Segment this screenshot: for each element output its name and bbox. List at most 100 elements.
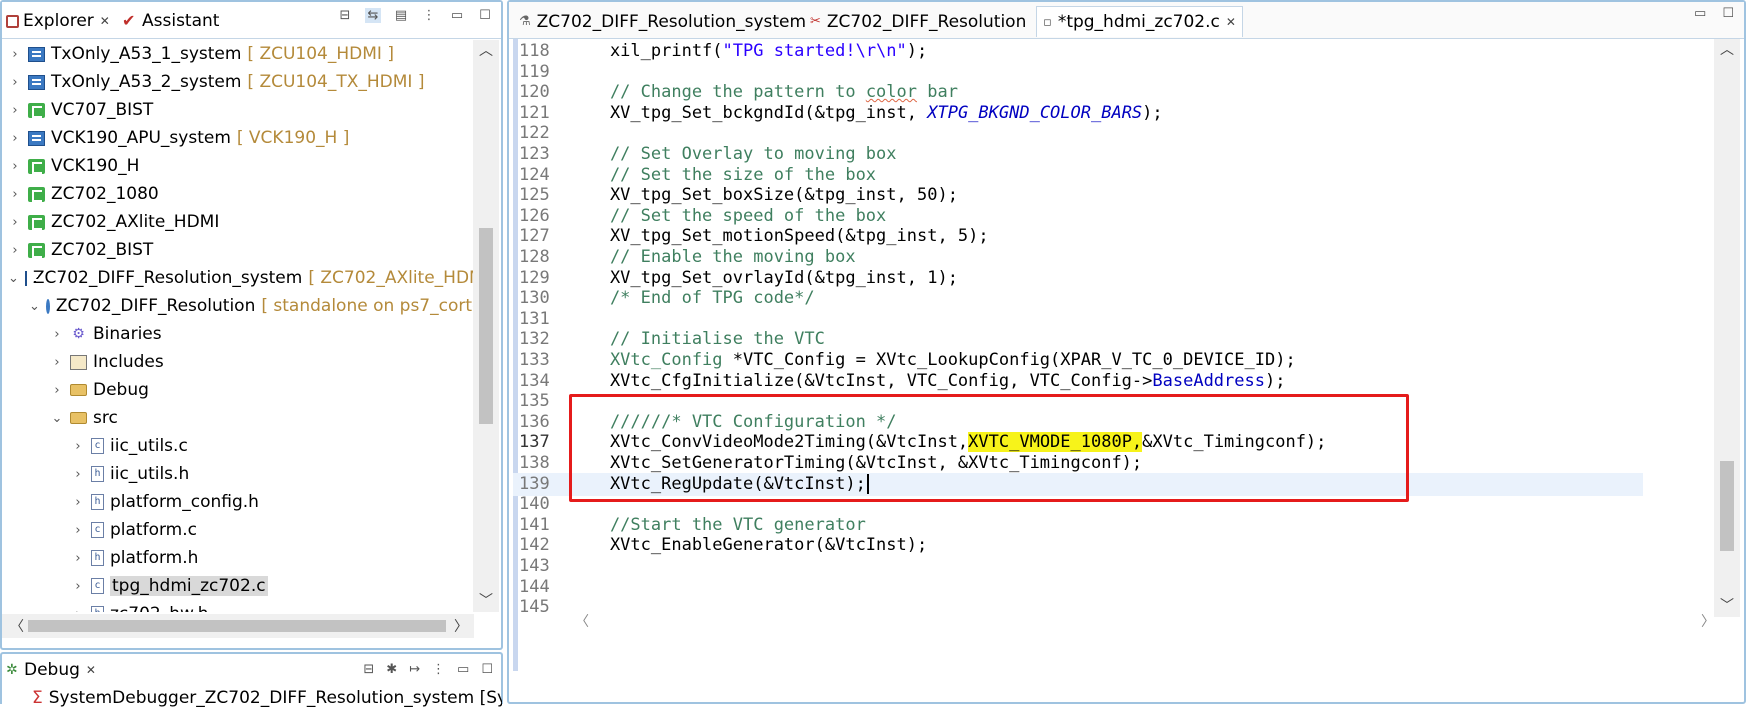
chevron-right-icon[interactable]: › [8,75,22,90]
tree-item[interactable]: › h iic_utils.h [2,460,474,488]
tree-item[interactable]: › h platform.h [2,544,474,572]
close-icon[interactable]: ✕ [100,14,110,28]
chevron-down-icon[interactable]: ⌄ [29,299,40,314]
code-line[interactable]: 133 XVtc_Config *VTC_Config = XVtc_Looku… [513,349,1643,372]
maximize-icon[interactable]: ☐ [481,662,493,677]
code-line[interactable]: 124 // Set the size of the box [513,164,1643,187]
code-line[interactable]: 121 XV_tpg_Set_bckgndId(&tpg_inst, XTPG_… [513,102,1643,125]
code-line[interactable]: 128 // Enable the moving box [513,246,1643,269]
chevron-right-icon[interactable]: › [50,383,64,398]
code-line[interactable]: 141 //Start the VTC generator [513,514,1643,537]
explorer-vertical-scrollbar[interactable]: ︿ ﹀ [473,40,499,612]
link-editor-icon[interactable]: ⇆ [365,8,381,23]
tree-item[interactable]: ⌄ src [2,404,474,432]
collapse-all-icon[interactable]: ⊟ [337,8,353,23]
tree-item[interactable]: › c platform.c [2,516,474,544]
editor-vertical-scrollbar[interactable]: ︿ ﹀ [1714,39,1740,617]
scroll-right-icon[interactable]: 〉 [454,616,468,636]
scroll-thumb[interactable] [28,620,446,632]
code-line[interactable]: 125 XV_tpg_Set_boxSize(&tpg_inst, 50); [513,184,1643,207]
chevron-down-icon[interactable]: ⌄ [8,271,19,286]
chevron-right-icon[interactable]: › [8,103,22,118]
collapse-all-icon[interactable]: ⊟ [363,662,374,677]
tab-debug[interactable]: ✲ Debug ✕ [6,660,96,680]
code-line[interactable]: 143 [513,555,1643,578]
tree-item[interactable]: › VCK190_H [2,152,474,180]
chevron-right-icon[interactable]: › [8,187,22,202]
tree-item[interactable]: › h platform_config.h [2,488,474,516]
maximize-icon[interactable]: ☐ [477,8,493,23]
maximize-icon[interactable]: ☐ [1722,6,1734,21]
code-line[interactable]: 144 [513,576,1643,599]
scroll-up-icon[interactable]: ︿ [1714,39,1740,61]
tree-item[interactable]: › Includes [2,348,474,376]
chevron-right-icon[interactable]: › [8,215,22,230]
tab-system-project[interactable]: ⚗ ZC702_DIFF_Resolution_system [513,6,812,37]
chevron-right-icon[interactable]: › [8,243,22,258]
step-into-icon[interactable]: ↦ [409,662,420,677]
code-line[interactable]: 130 /* End of TPG code*/ [513,287,1643,310]
scroll-down-icon[interactable]: ﹀ [473,590,499,612]
tree-item[interactable]: › c tpg_hdmi_zc702.c [2,572,474,600]
chevron-right-icon[interactable]: › [8,131,22,146]
tab-source-file[interactable]: ▫ *tpg_hdmi_zc702.c ✕ [1036,6,1243,37]
minimize-icon[interactable]: ▭ [1694,6,1706,21]
tree-item[interactable]: › ⚙ Binaries [2,320,474,348]
chevron-right-icon[interactable]: › [71,551,85,566]
chevron-right-icon[interactable]: › [8,47,22,62]
code-editor[interactable]: 118 xil_printf("TPG started!\r\n"); 119 12… [513,39,1699,671]
chevron-right-icon[interactable]: › [71,439,85,454]
close-icon[interactable]: ✕ [1226,15,1236,29]
code-line[interactable]: 119 [513,61,1643,84]
remove-launches-icon[interactable]: ✱ [386,662,397,677]
code-line[interactable]: 142 XVtc_EnableGenerator(&VtcInst); [513,534,1643,557]
code-line[interactable]: 122 [513,122,1643,145]
tab-assistant[interactable]: ✔ Assistant [122,6,219,36]
debug-session-item[interactable]: Σ SystemDebugger_ZC702_DIFF_Resolution_sy… [32,688,502,708]
chevron-right-icon[interactable]: › [71,495,85,510]
code-line[interactable]: 132 // Initialise the VTC [513,328,1643,351]
tree-item[interactable]: ⌄ ZC702_DIFF_Resolution[ standalone on ps… [2,292,474,320]
tree-item[interactable]: › ZC702_1080 [2,180,474,208]
chevron-right-icon[interactable]: › [71,523,85,538]
tree-item[interactable]: › VCK190_APU_system[ VCK190_H ] [2,124,474,152]
scroll-up-icon[interactable]: ︿ [473,40,499,62]
tree-item[interactable]: › c iic_utils.c [2,432,474,460]
editor-horizontal-scrollbar[interactable]: 〈 〉 [569,609,1719,631]
tab-application-project[interactable]: ✂ ZC702_DIFF_Resolution [804,6,1032,37]
tree-item[interactable]: › h zc702_hw.h [2,600,474,612]
chevron-right-icon[interactable]: › [50,327,64,342]
code-line[interactable]: 134 XVtc_CfgInitialize(&VtcInst, VTC_Con… [513,370,1643,393]
tree-item[interactable]: › TxOnly_A53_1_system[ ZCU104_HDMI ] [2,40,474,68]
code-line[interactable]: 127 XV_tpg_Set_motionSpeed(&tpg_inst, 5)… [513,225,1643,248]
tab-explorer[interactable]: Explorer ✕ [6,6,110,36]
chevron-right-icon[interactable]: › [71,467,85,482]
more-icon[interactable]: ⋮ [432,662,445,677]
explorer-horizontal-scrollbar[interactable]: 〈 〉 [2,614,474,638]
more-icon[interactable]: ⋮ [421,8,437,23]
code-line[interactable]: 118 xil_printf("TPG started!\r\n"); [513,40,1643,63]
code-line[interactable]: 126 // Set the speed of the box [513,205,1643,228]
scroll-left-icon[interactable]: 〈 [575,611,589,631]
chevron-down-icon[interactable]: ⌄ [50,411,64,426]
chevron-right-icon[interactable]: › [71,579,85,594]
tree-item[interactable]: ⌄ ZC702_DIFF_Resolution_system[ ZC702_AXl… [2,264,474,292]
scroll-left-icon[interactable]: 〈 [10,616,24,636]
tree-item[interactable]: › ZC702_AXlite_HDMI [2,208,474,236]
chevron-right-icon[interactable]: › [8,159,22,174]
code-line[interactable]: 129 XV_tpg_Set_ovrlayId(&tpg_inst, 1); [513,267,1643,290]
minimize-icon[interactable]: ▭ [457,662,469,677]
minimize-icon[interactable]: ▭ [449,8,465,23]
chevron-right-icon[interactable]: › [50,355,64,370]
scroll-thumb[interactable] [1720,461,1734,551]
scroll-thumb[interactable] [479,228,493,424]
scroll-right-icon[interactable]: 〉 [1701,611,1715,631]
code-line[interactable]: 131 [513,308,1643,331]
tree-item[interactable]: › Debug [2,376,474,404]
tree-item[interactable]: › VC707_BIST [2,96,474,124]
code-line[interactable]: 123 // Set Overlay to moving box [513,143,1643,166]
tree-item[interactable]: › ZC702_BIST [2,236,474,264]
close-icon[interactable]: ✕ [86,663,96,677]
code-line[interactable]: 120 // Change the pattern to color bar [513,81,1643,104]
tree-item[interactable]: › TxOnly_A53_2_system[ ZCU104_TX_HDMI ] [2,68,474,96]
